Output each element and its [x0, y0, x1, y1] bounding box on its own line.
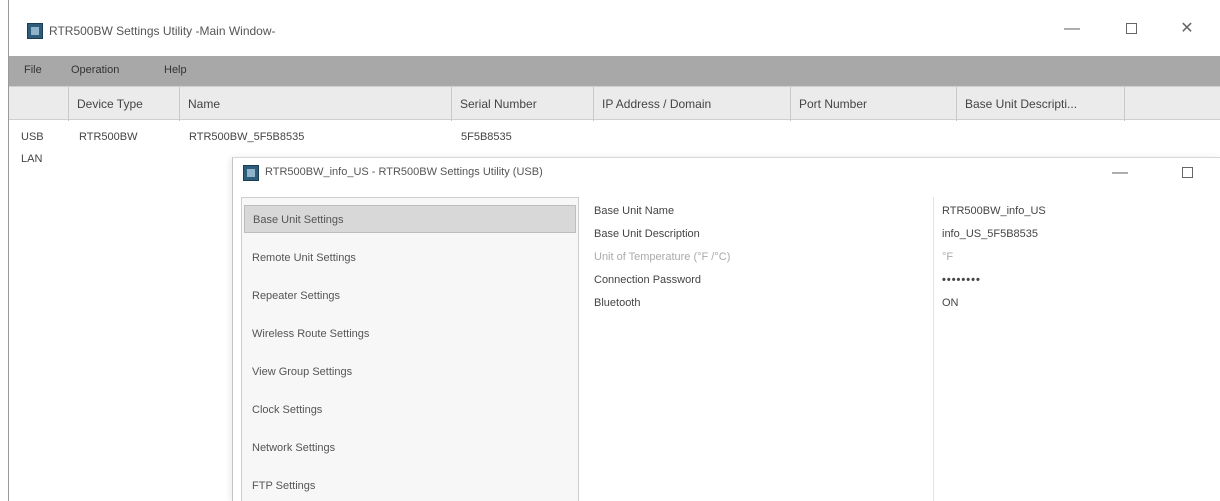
value-base-unit-name[interactable]: RTR500BW_info_US — [942, 205, 1046, 217]
row-connection-lan: LAN — [21, 153, 43, 165]
menu-file[interactable]: File — [24, 64, 42, 76]
value-base-unit-description[interactable]: info_US_5F5B8535 — [942, 228, 1038, 240]
nav-ftp-settings[interactable]: FTP Settings — [244, 472, 576, 500]
column-header-ip-address[interactable]: IP Address / Domain — [594, 87, 791, 121]
label-connection-password: Connection Password — [594, 274, 702, 286]
menu-operation[interactable]: Operation — [71, 64, 119, 76]
nav-network-settings[interactable]: Network Settings — [244, 434, 576, 462]
column-header-device-type[interactable]: Device Type — [69, 87, 180, 121]
app-icon — [27, 23, 43, 39]
main-title-bar[interactable]: RTR500BW Settings Utility -Main Window- … — [9, 0, 1220, 56]
nav-clock-settings[interactable]: Clock Settings — [244, 396, 576, 424]
column-header-name[interactable]: Name — [180, 87, 452, 121]
label-bluetooth: Bluetooth — [594, 297, 641, 309]
minimize-icon[interactable]: — — [1057, 17, 1087, 41]
nav-base-unit-settings[interactable]: Base Unit Settings — [244, 205, 576, 233]
value-unit-of-temperature: °F — [942, 251, 954, 263]
minimize-icon[interactable]: — — [1105, 161, 1135, 185]
property-grid-divider — [933, 197, 934, 501]
row-serial-number: 5F5B8535 — [461, 131, 512, 143]
label-base-unit-name: Base Unit Name — [594, 205, 675, 217]
app-icon — [243, 165, 259, 181]
main-window-title: RTR500BW Settings Utility -Main Window- — [49, 24, 276, 38]
nav-view-group-settings[interactable]: View Group Settings — [244, 358, 576, 386]
menu-help[interactable]: Help — [164, 64, 187, 76]
settings-nav-panel: Base Unit Settings Remote Unit Settings … — [241, 197, 579, 501]
nav-wireless-route-settings[interactable]: Wireless Route Settings — [244, 320, 576, 348]
label-base-unit-description: Base Unit Description — [594, 228, 700, 240]
label-unit-of-temperature: Unit of Temperature (°F /°C) — [594, 251, 731, 263]
column-header-connection[interactable] — [9, 87, 69, 121]
device-table-header: Device Type Name Serial Number IP Addres… — [9, 86, 1220, 121]
nav-remote-unit-settings[interactable]: Remote Unit Settings — [244, 244, 576, 272]
row-connection-usb: USB — [21, 131, 44, 143]
maximize-icon[interactable] — [1172, 161, 1202, 185]
maximize-icon[interactable] — [1116, 17, 1146, 41]
menu-bar: File Operation Help — [9, 56, 1220, 86]
value-connection-password[interactable]: •••••••• — [942, 274, 981, 286]
row-device-type: RTR500BW — [79, 131, 138, 143]
value-bluetooth[interactable]: ON — [942, 297, 959, 309]
column-header-base-unit-description[interactable]: Base Unit Descripti... — [957, 87, 1125, 121]
row-device-name: RTR500BW_5F5B8535 — [189, 131, 305, 143]
settings-window-title: RTR500BW_info_US - RTR500BW Settings Uti… — [265, 166, 543, 178]
column-header-port-number[interactable]: Port Number — [791, 87, 957, 121]
close-icon[interactable]: ✕ — [1172, 17, 1202, 41]
nav-repeater-settings[interactable]: Repeater Settings — [244, 282, 576, 310]
column-header-serial-number[interactable]: Serial Number — [452, 87, 594, 121]
settings-window: RTR500BW_info_US - RTR500BW Settings Uti… — [232, 157, 1220, 501]
property-grid: Base Unit Name RTR500BW_info_US Base Uni… — [584, 197, 1220, 501]
